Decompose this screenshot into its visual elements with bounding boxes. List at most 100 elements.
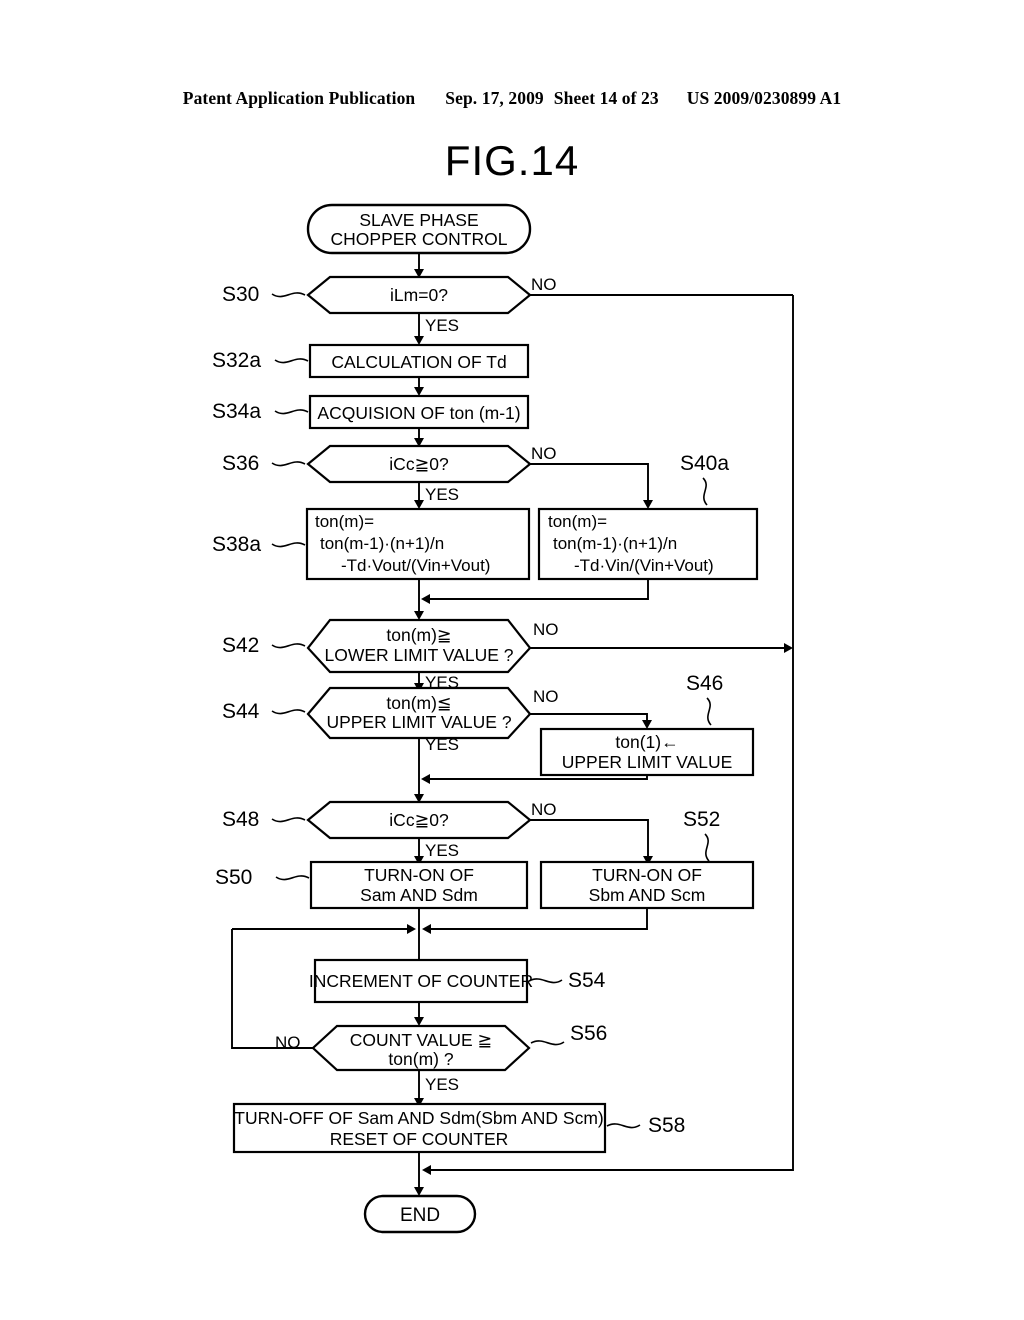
node-s40a: ton(m)= ton(m-1)·(n+1)/n -Td·Vin/(Vin+Vo… bbox=[537, 507, 759, 581]
s54-text: INCREMENT OF COUNTER bbox=[309, 971, 533, 991]
node-s42: ton(m)≧ LOWER LIMIT VALUE ? bbox=[306, 618, 532, 674]
s54-leader-line bbox=[528, 978, 563, 984]
s52-line1: TURN-ON OF bbox=[592, 865, 702, 885]
s38a-line1: ton(m)= bbox=[315, 512, 374, 531]
node-s50: TURN-ON OF Sam AND Sdm bbox=[309, 860, 529, 910]
arrowhead-s32a-to-s34a bbox=[414, 387, 424, 396]
edge-s52-to-merge bbox=[428, 908, 648, 930]
s32a-leader-line bbox=[274, 358, 309, 364]
edge-s40a-to-merge bbox=[427, 579, 649, 600]
arrowhead-s30-to-s32a bbox=[414, 336, 424, 345]
node-s56: COUNT VALUE ≧ ton(m) ? bbox=[311, 1024, 531, 1072]
node-start: SLAVE PHASE CHOPPER CONTROL bbox=[306, 203, 532, 255]
s32a-text: CALCULATION OF Td bbox=[331, 352, 506, 372]
s32a-step-label: S32a bbox=[212, 349, 261, 372]
s42-step-label: S42 bbox=[222, 634, 259, 657]
s44-line1: ton(m)≦ bbox=[386, 693, 451, 713]
s56-line1: COUNT VALUE ≧ bbox=[350, 1030, 492, 1050]
arrowhead-s40a-merge bbox=[421, 594, 430, 604]
node-s36: iCc≧0? bbox=[306, 444, 532, 484]
edge-s56-no-loop bbox=[231, 929, 313, 1049]
s56-step-label: S56 bbox=[570, 1022, 607, 1045]
patent-figure-page: Patent Application Publication Sep. 17, … bbox=[0, 0, 1024, 1320]
arrowhead-s36-no-to-s40a bbox=[643, 500, 653, 509]
s48-leader-line bbox=[271, 817, 306, 823]
s38a-step-label: S38a bbox=[212, 533, 261, 556]
s50-line2: Sam AND Sdm bbox=[360, 885, 478, 905]
arrowhead-s36-yes-to-s38a bbox=[414, 500, 424, 509]
s58-line2: RESET OF COUNTER bbox=[330, 1129, 509, 1149]
arrowhead-to-end bbox=[414, 1187, 424, 1196]
s58-step-label: S58 bbox=[648, 1114, 685, 1137]
node-s44: ton(m)≦ UPPER LIMIT VALUE ? bbox=[306, 686, 532, 740]
node-s48: iCc≧0? bbox=[306, 800, 532, 840]
s38a-leader-line bbox=[271, 542, 306, 548]
s30-yes-label: YES bbox=[425, 316, 459, 335]
s30-leader-line bbox=[271, 292, 306, 298]
s44-leader-line bbox=[271, 709, 306, 715]
s44-yes-label: YES bbox=[425, 735, 459, 754]
s56-yes-label: YES bbox=[425, 1075, 459, 1094]
s44-line2: UPPER LIMIT VALUE ? bbox=[326, 712, 511, 732]
s50-leader-line bbox=[275, 875, 310, 881]
s36-leader-line bbox=[271, 461, 306, 467]
node-s34a: ACQUISION OF ton (m-1) bbox=[308, 394, 530, 430]
s40a-line2: ton(m-1)·(n+1)/n bbox=[553, 534, 677, 553]
s40a-leader-line bbox=[702, 477, 708, 506]
edge-s36-no-to-s40a bbox=[530, 463, 649, 503]
edge-s44-no-to-s46 bbox=[530, 713, 648, 723]
s38a-line2: ton(m-1)·(n+1)/n bbox=[320, 534, 444, 553]
node-s32a: CALCULATION OF Td bbox=[308, 343, 530, 379]
s30-step-label: S30 bbox=[222, 283, 259, 306]
s36-yes-label: YES bbox=[425, 485, 459, 504]
end-label: END bbox=[400, 1205, 440, 1226]
node-end: END bbox=[363, 1194, 477, 1234]
s44-step-label: S44 bbox=[222, 700, 260, 723]
flowchart-diagram: SLAVE PHASE CHOPPER CONTROL iLm=0? S30 N… bbox=[212, 203, 794, 1234]
s56-line2: ton(m) ? bbox=[388, 1049, 453, 1069]
s52-line2: Sbm AND Scm bbox=[589, 885, 706, 905]
s40a-line1: ton(m)= bbox=[548, 512, 607, 531]
s40a-step-label: S40a bbox=[680, 452, 729, 475]
s34a-text: ACQUISION OF ton (m-1) bbox=[317, 403, 520, 423]
s46-leader-line bbox=[706, 697, 712, 726]
s48-no-label: NO bbox=[531, 800, 557, 819]
node-s52: TURN-ON OF Sbm AND Scm bbox=[539, 860, 755, 910]
s56-no-label: NO bbox=[275, 1033, 301, 1052]
arrowhead-bus-to-end bbox=[422, 1165, 431, 1175]
s48-text: iCc≧0? bbox=[389, 810, 449, 830]
s50-line1: TURN-ON OF bbox=[364, 865, 474, 885]
s48-step-label: S48 bbox=[222, 808, 259, 831]
s52-step-label: S52 bbox=[683, 808, 720, 831]
node-s46: ton(1)← UPPER LIMIT VALUE bbox=[539, 727, 755, 777]
s34a-step-label: S34a bbox=[212, 400, 261, 423]
arrowhead-s56-loop-merge bbox=[407, 924, 416, 934]
s38a-line3: -Td·Vout/(Vin+Vout) bbox=[341, 556, 490, 575]
s36-step-label: S36 bbox=[222, 452, 259, 475]
s58-leader-line bbox=[606, 1123, 641, 1129]
s42-line2: LOWER LIMIT VALUE ? bbox=[325, 645, 514, 665]
start-label-line2: CHOPPER CONTROL bbox=[331, 229, 508, 249]
s44-no-label: NO bbox=[533, 687, 559, 706]
node-s30: iLm=0? bbox=[306, 275, 532, 315]
arrowhead-s44-no-to-s46 bbox=[642, 720, 652, 729]
start-label-line1: SLAVE PHASE bbox=[359, 210, 478, 230]
s36-no-label: NO bbox=[531, 444, 557, 463]
s36-text: iCc≧0? bbox=[389, 454, 449, 474]
arrowhead-s38a-to-s42 bbox=[414, 611, 424, 620]
arrowhead-s54-to-s56 bbox=[414, 1017, 424, 1026]
s40a-line3: -Td·Vin/(Vin+Vout) bbox=[574, 556, 714, 575]
s58-line1: TURN-OFF OF Sam AND Sdm(Sbm AND Scm) bbox=[234, 1108, 603, 1128]
s30-no-label: NO bbox=[531, 275, 557, 294]
arrowhead-s46-merge bbox=[421, 774, 430, 784]
s42-no-label: NO bbox=[533, 620, 559, 639]
s42-leader-line bbox=[271, 643, 306, 649]
arrowhead-s42-no-bus bbox=[784, 643, 793, 653]
node-s38a: ton(m)= ton(m-1)·(n+1)/n -Td·Vout/(Vin+V… bbox=[305, 507, 531, 581]
node-s58: TURN-OFF OF Sam AND Sdm(Sbm AND Scm) RES… bbox=[232, 1102, 607, 1154]
s42-line1: ton(m)≧ bbox=[386, 625, 451, 645]
s34a-leader-line bbox=[274, 409, 309, 415]
s54-step-label: S54 bbox=[568, 969, 606, 992]
s46-line1: ton(1)← bbox=[615, 732, 678, 752]
s48-yes-label: YES bbox=[425, 841, 459, 860]
